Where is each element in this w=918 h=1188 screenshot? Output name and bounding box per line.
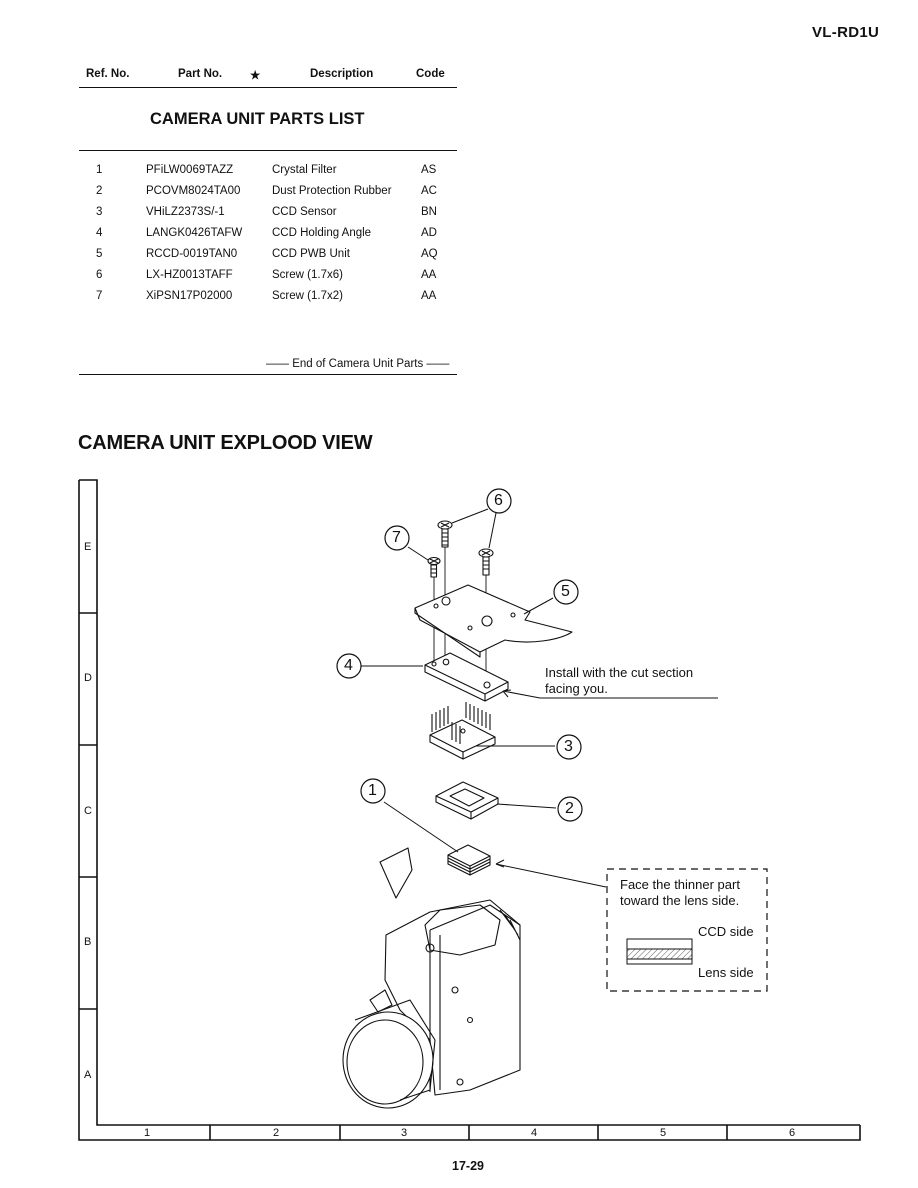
install-note-line1: Install with the cut section (545, 665, 694, 680)
callouts-layer (336, 488, 768, 992)
ccd-side-label: CCD side (698, 924, 754, 939)
filter-note-line2: toward the lens side. (620, 893, 740, 908)
arrowhead-filter (495, 859, 505, 868)
callout-7: 7 (392, 529, 401, 546)
lens-side-label: Lens side (698, 965, 754, 980)
leader-7 (407, 546, 429, 561)
leader-5 (523, 597, 554, 615)
callout-2: 2 (565, 800, 574, 817)
page-number: 17-29 (452, 1159, 484, 1173)
filter-layers-diagram (626, 938, 693, 965)
arrowhead-install (502, 689, 512, 698)
leader-6a (451, 508, 489, 524)
callout-1: 1 (368, 782, 377, 799)
leader-1 (383, 801, 459, 853)
leader-2 (496, 803, 557, 809)
callout-6: 6 (494, 492, 503, 509)
callout-4: 4 (344, 657, 353, 674)
callout-3: 3 (564, 738, 573, 755)
callout-5: 5 (561, 583, 570, 600)
leader-filter-note (495, 863, 607, 888)
leader-6b (488, 512, 497, 549)
leader-install (502, 690, 541, 699)
install-note-line2: facing you. (545, 681, 608, 696)
filter-note-line1: Face the thinner part (620, 877, 740, 892)
